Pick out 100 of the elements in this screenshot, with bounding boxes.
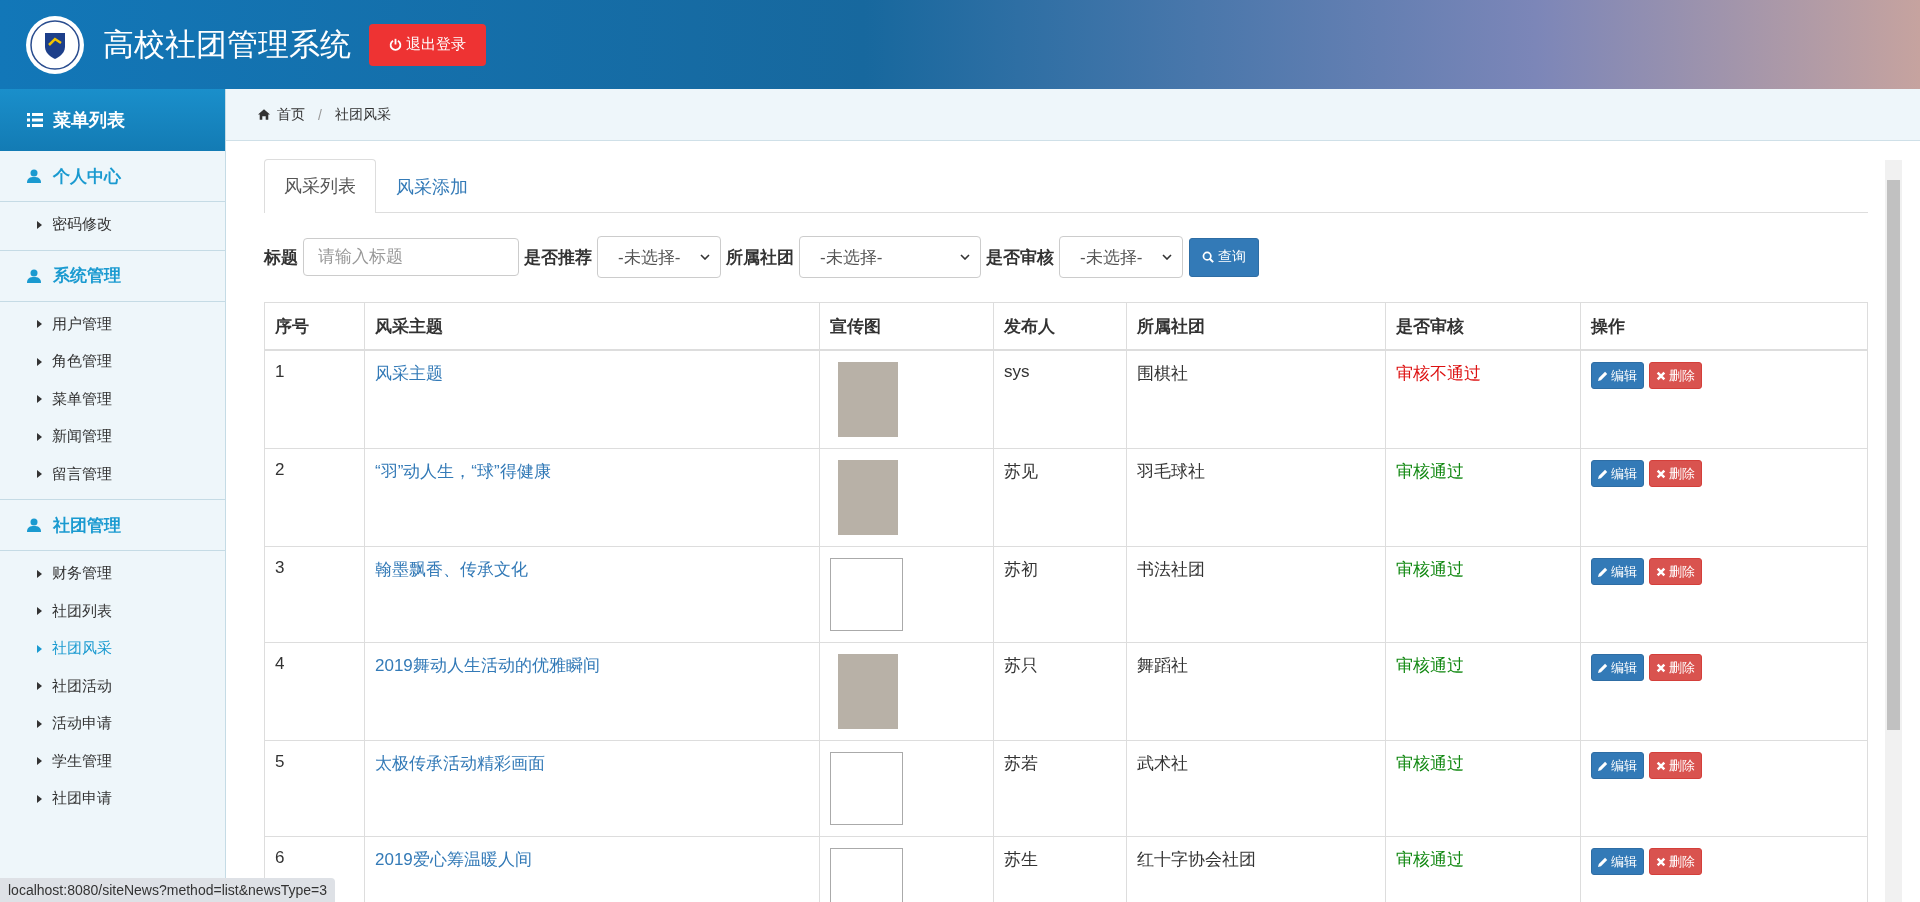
table-cell: 5 [275, 752, 285, 771]
review-status: 审核通过 [1396, 560, 1464, 579]
caret-icon [37, 682, 42, 691]
emblem-logo-icon [25, 14, 85, 75]
close-icon [1656, 370, 1666, 381]
topic-link[interactable]: 2019爱心筹温暖人间 [375, 850, 532, 869]
menu-item[interactable]: 社团活动 [0, 667, 225, 705]
topic-link[interactable]: 风采主题 [375, 364, 443, 383]
select-dropdown[interactable]: -未选择- [799, 236, 981, 278]
menu-item[interactable]: 社团申请 [0, 780, 225, 818]
table-cell: 苏见 [1004, 462, 1038, 481]
review-status: 审核通过 [1396, 656, 1464, 675]
table-cell: sys [1004, 362, 1030, 381]
column-header: 发布人 [993, 302, 1127, 350]
delete-button[interactable]: 删除 [1649, 362, 1702, 389]
menu-item[interactable]: 留言管理 [0, 455, 225, 493]
delete-button[interactable]: 删除 [1649, 558, 1702, 585]
topic-link[interactable]: 2019舞动人生活动的优雅瞬间 [375, 656, 600, 675]
menu-item[interactable]: 社团列表 [0, 592, 225, 630]
edit-button[interactable]: 编辑 [1591, 558, 1644, 585]
table-cell: 苏初 [1004, 560, 1038, 579]
breadcrumb-link[interactable]: 首页 [277, 105, 305, 124]
column-header: 序号 [264, 302, 365, 350]
column-header: 所属社团 [1126, 302, 1386, 350]
table-cell: 4 [275, 654, 285, 673]
caret-icon [37, 607, 42, 616]
caret-icon [37, 757, 42, 766]
menu-item[interactable]: 密码修改 [0, 206, 225, 244]
select-dropdown[interactable]: -未选择- [597, 236, 721, 278]
table-cell: 3 [275, 558, 285, 577]
table-cell: 2 [275, 460, 285, 479]
logout-button[interactable]: 退出登录 [369, 23, 486, 66]
pencil-icon [1598, 370, 1608, 381]
close-icon [1656, 468, 1666, 479]
topic-link[interactable]: “羽”动人生，“球”得健康 [375, 462, 551, 481]
app-title: 高校社团管理系统 [103, 25, 351, 64]
menu-item[interactable]: 角色管理 [0, 343, 225, 381]
pencil-icon [1598, 760, 1608, 771]
chevron-icon [1162, 254, 1172, 260]
table-cell: 武术社 [1137, 754, 1188, 773]
scrollbar[interactable] [1885, 160, 1902, 902]
table-cell: 羽毛球社 [1137, 462, 1205, 481]
column-header: 是否审核 [1385, 302, 1581, 350]
status-bar-url: localhost:8080/siteNews?method=list&newsType=3 [0, 878, 336, 902]
tab[interactable]: 风采列表 [264, 159, 376, 213]
table-cell: 舞蹈社 [1137, 656, 1188, 675]
menu-item[interactable]: 学生管理 [0, 742, 225, 780]
sidebar-title: 菜单列表 [53, 109, 125, 132]
table-cell: 苏生 [1004, 850, 1038, 869]
topic-link[interactable]: 太极传承活动精彩画面 [375, 754, 545, 773]
edit-button[interactable]: 编辑 [1591, 752, 1644, 779]
topic-link[interactable]: 翰墨飘香、传承文化 [375, 560, 528, 579]
chevron-icon [700, 254, 710, 260]
pencil-icon [1598, 856, 1608, 867]
menu-item[interactable]: 用户管理 [0, 305, 225, 343]
search-button[interactable]: 查询 [1189, 237, 1259, 277]
column-header: 风采主题 [364, 302, 820, 350]
caret-icon [37, 470, 42, 479]
title-input-field[interactable]: 请输入标题 [303, 238, 519, 276]
review-status: 审核通过 [1396, 850, 1464, 869]
close-icon [1656, 856, 1666, 867]
menu-item[interactable]: 菜单管理 [0, 380, 225, 418]
menu-group[interactable]: 个人中心 [0, 151, 225, 202]
delete-button[interactable]: 删除 [1649, 654, 1702, 681]
caret-icon [37, 569, 42, 578]
table-cell: 红十字协会社团 [1137, 850, 1256, 869]
search-icon [1202, 251, 1214, 263]
column-header: 操作 [1580, 302, 1868, 350]
close-icon [1656, 566, 1666, 577]
caret-icon [37, 432, 42, 441]
filter-label: 是否审核 [986, 246, 1054, 269]
filter-label: 所属社团 [726, 246, 794, 269]
review-status: 审核通过 [1396, 462, 1464, 481]
delete-button[interactable]: 删除 [1649, 848, 1702, 875]
pencil-icon [1598, 468, 1608, 479]
menu-group[interactable]: 系统管理 [0, 250, 225, 302]
tab[interactable]: 风采添加 [376, 160, 488, 213]
edit-button[interactable]: 编辑 [1591, 654, 1644, 681]
edit-button[interactable]: 编辑 [1591, 362, 1644, 389]
table-cell: 苏只 [1004, 656, 1038, 675]
edit-button[interactable]: 编辑 [1591, 460, 1644, 487]
menu-group[interactable]: 社团管理 [0, 500, 225, 551]
delete-button[interactable]: 删除 [1649, 460, 1702, 487]
close-icon [1656, 662, 1666, 673]
select-dropdown[interactable]: -未选择- [1059, 236, 1183, 278]
pencil-icon [1598, 566, 1608, 577]
caret-icon [37, 220, 42, 229]
menu-item[interactable]: 新闻管理 [0, 418, 225, 456]
caret-icon [37, 357, 42, 366]
edit-button[interactable]: 编辑 [1591, 848, 1644, 875]
table-cell: 1 [275, 362, 285, 381]
user-icon [27, 169, 41, 183]
menu-item[interactable]: 社团风采 [0, 630, 225, 668]
menu-item[interactable]: 财务管理 [0, 555, 225, 593]
table-cell: 苏若 [1004, 754, 1038, 773]
delete-button[interactable]: 删除 [1649, 752, 1702, 779]
chevron-icon [960, 254, 970, 260]
list-icon [27, 113, 43, 127]
menu-item[interactable]: 活动申请 [0, 705, 225, 743]
user-icon [27, 518, 41, 532]
